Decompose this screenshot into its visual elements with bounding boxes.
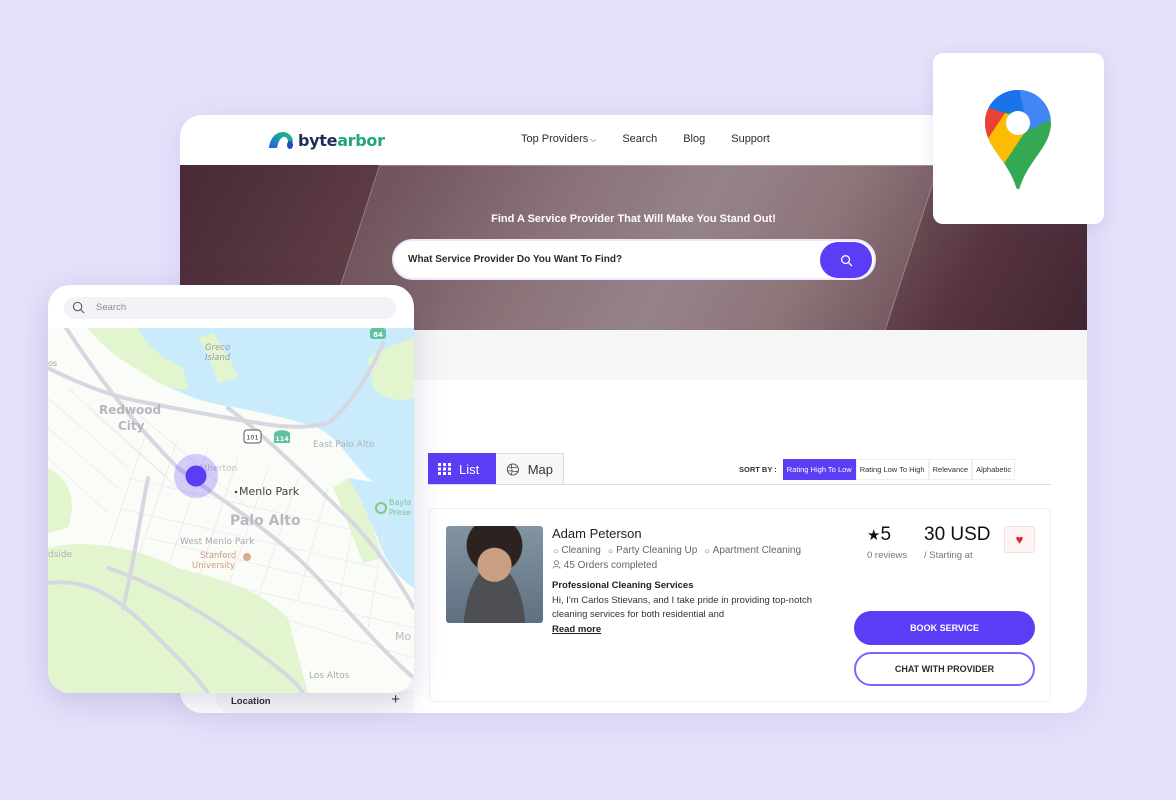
- label-preserve: Prese: [389, 508, 411, 517]
- sort-option-relevance[interactable]: Relevance: [928, 459, 973, 480]
- map-panel: Search 84 101 114 Greco Island os Redwoo…: [48, 285, 414, 693]
- read-more-link[interactable]: Read more: [552, 624, 601, 635]
- brand-part2: arbor: [337, 130, 385, 150]
- heart-icon: ♥: [1015, 532, 1024, 547]
- tag-label: Apartment Cleaning: [712, 545, 802, 556]
- sort-bar: SORT BY : Rating High To Low Rating Low …: [739, 459, 1016, 480]
- tab-list[interactable]: List: [428, 453, 496, 485]
- hero-search-input[interactable]: What Service Provider Do You Want To Fin…: [392, 239, 876, 280]
- hero-search-button[interactable]: [820, 242, 872, 278]
- google-maps-badge: [933, 53, 1104, 224]
- tag-cleaning: ☼ Cleaning: [552, 545, 601, 556]
- sort-label: SORT BY :: [739, 465, 777, 474]
- label-west-menlo-park: West Menlo Park: [180, 537, 255, 547]
- globe-icon: [506, 463, 519, 475]
- label-os: os: [48, 359, 57, 368]
- label-mountain-view: Mo: [395, 630, 411, 643]
- label-menlo-park: Menlo Park: [239, 485, 300, 498]
- university-marker-icon: [243, 553, 251, 561]
- expand-icon[interactable]: +: [391, 691, 400, 708]
- provider-card: Adam Peterson ☼ Cleaning ☼ Party Cleaning …: [429, 508, 1051, 702]
- star-icon: ★: [867, 527, 881, 544]
- review-count[interactable]: 0 reviews: [867, 550, 907, 561]
- category-icon: ☼: [703, 546, 711, 555]
- category-icon: ☼: [606, 546, 615, 555]
- favorite-button[interactable]: ♥: [1004, 526, 1035, 553]
- tab-map-label: Map: [527, 461, 553, 477]
- shield-hwy114-label: 114: [275, 435, 289, 443]
- label-greco: Greco: [205, 343, 230, 353]
- map-view[interactable]: 84 101 114 Greco Island os Redwood City …: [48, 328, 414, 693]
- brand-part1: byte: [298, 130, 338, 150]
- filter-location-label[interactable]: Location: [231, 696, 271, 707]
- filter-sidebar: Location +: [216, 690, 414, 713]
- main-menu: Top Providers ⌵ Search Blog Support: [521, 133, 770, 145]
- map-search-input[interactable]: Search: [64, 297, 396, 319]
- tabs-underline: [428, 484, 1051, 485]
- shield-hwy114: 114: [274, 430, 290, 443]
- grid-icon: [438, 463, 451, 475]
- chat-with-provider-button[interactable]: CHAT WITH PROVIDER: [854, 652, 1035, 686]
- shield-hwy101: 101: [243, 429, 262, 444]
- nav-top-providers[interactable]: Top Providers ⌵: [521, 133, 596, 145]
- label-city: City: [118, 419, 145, 433]
- shield-hwy84-label: 84: [373, 331, 383, 339]
- nav-top-providers-label: Top Providers: [521, 133, 589, 145]
- label-woodside: dside: [48, 550, 73, 560]
- rating: ★5: [867, 524, 891, 546]
- nav-search[interactable]: Search: [622, 133, 657, 145]
- google-maps-icon: [985, 90, 1051, 190]
- label-los-altos: Los Altos: [309, 671, 350, 681]
- price-note: / Starting at: [924, 550, 973, 561]
- tab-list-label: List: [459, 461, 480, 477]
- service-title: Professional Cleaning Services: [552, 580, 694, 591]
- label-redwood: Redwood: [99, 403, 161, 417]
- provider-photo[interactable]: [446, 526, 543, 623]
- chevron-down-icon: ⌵: [590, 135, 597, 144]
- label-palo-alto: Palo Alto: [230, 513, 301, 529]
- book-service-button[interactable]: BOOK SERVICE: [854, 611, 1035, 645]
- tab-map[interactable]: Map: [496, 453, 564, 485]
- logo[interactable]: bytearbor: [268, 130, 385, 150]
- current-location-pin[interactable]: [174, 454, 218, 498]
- logo-mark-icon: [269, 132, 293, 149]
- label-baylands: Bayla: [389, 498, 411, 507]
- tag-apartment-cleaning: ☼ Apartment Cleaning: [703, 545, 801, 556]
- category-icon: ☼: [552, 546, 560, 555]
- provider-tags: ☼ Cleaning ☼ Party Cleaning Up ☼ Apartment …: [552, 545, 801, 556]
- map-search-placeholder: Search: [96, 302, 127, 313]
- label-stanford: Stanford: [200, 551, 236, 561]
- search-icon: [72, 301, 85, 314]
- user-icon: [552, 560, 561, 569]
- nav-support[interactable]: Support: [731, 133, 770, 145]
- rating-value: 5: [880, 524, 892, 545]
- search-icon: [840, 254, 852, 266]
- tag-label: Party Cleaning Up: [616, 545, 698, 556]
- label-university: University: [192, 561, 235, 571]
- tag-label: Cleaning: [561, 545, 601, 556]
- tag-party-cleaning: ☼ Party Cleaning Up: [607, 545, 698, 556]
- shield-hwy84: 84: [370, 328, 386, 339]
- orders-text: 45 Orders completed: [563, 560, 658, 571]
- nav-blog[interactable]: Blog: [683, 133, 705, 145]
- provider-name[interactable]: Adam Peterson: [552, 526, 642, 541]
- label-island: Island: [205, 353, 231, 363]
- sort-option-rating-low-high[interactable]: Rating Low To High: [855, 459, 929, 480]
- price: 30 USD: [924, 524, 991, 545]
- label-east-palo-alto: East Palo Alto: [313, 440, 375, 450]
- shield-hwy101-label: 101: [246, 434, 258, 442]
- view-toggle: List Map: [428, 453, 564, 485]
- orders-completed: 45 Orders completed: [552, 560, 657, 571]
- sort-option-alphabetic[interactable]: Alphabetic: [972, 459, 1016, 480]
- hero-search-placeholder: What Service Provider Do You Want To Fin…: [408, 254, 623, 265]
- service-description: Hi, I'm Carlos Stievans, and I take prid…: [552, 595, 813, 620]
- sort-option-rating-high-low[interactable]: Rating High To Low: [782, 459, 856, 480]
